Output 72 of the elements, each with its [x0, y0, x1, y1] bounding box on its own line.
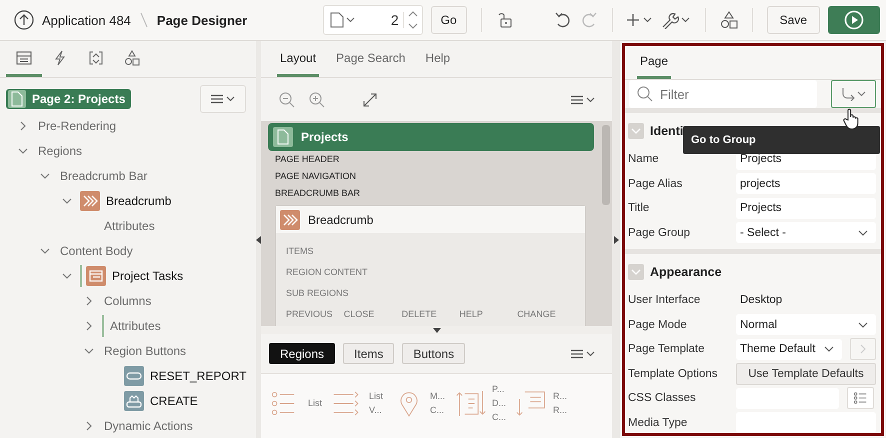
gallery-label: M...	[430, 390, 446, 403]
page-name: Projects	[301, 130, 348, 144]
position-label: PREVIOUS	[286, 308, 334, 321]
tree-node[interactable]: Attributes	[110, 318, 161, 332]
app-link[interactable]: Application 484	[42, 12, 131, 28]
gallery-label: D...	[492, 397, 506, 410]
property-label: Page Alias	[628, 178, 684, 190]
position-label: CLOSE	[344, 308, 376, 321]
gallery-label: C...	[430, 404, 446, 417]
property-value: Desktop	[739, 294, 782, 306]
gallery-label: V...	[369, 404, 383, 417]
section-title: Appearance	[650, 265, 722, 279]
page-selector[interactable]: 2	[322, 5, 423, 35]
page-title: Page Designer	[156, 12, 248, 28]
gallery-label: List	[369, 390, 384, 403]
select-field[interactable]: - Select -	[736, 222, 876, 244]
tab[interactable]: Layout	[277, 41, 320, 77]
property-label: Template Options	[628, 368, 718, 380]
text-field[interactable]: projects	[736, 173, 876, 194]
tree-node[interactable]: Pre-Rendering	[38, 118, 116, 132]
tree-node[interactable]: CREATE	[150, 394, 198, 408]
slot-label: REGION CONTENT	[286, 266, 369, 279]
gallery-label: List	[308, 397, 322, 410]
property-label: Page Mode	[628, 318, 688, 331]
tree-node[interactable]: Columns	[104, 294, 152, 308]
position-label: PAGE NAVIGATION	[274, 170, 358, 183]
slot-label: ITEMS	[286, 245, 315, 258]
tab[interactable]: Help	[422, 41, 454, 77]
page-number-field[interactable]: 2	[360, 12, 404, 28]
property-label: Media Type	[628, 416, 688, 429]
region-card[interactable]: Breadcrumb ITEMS REGION CONTENT SUB REGIONS PREVIOUS CLOSE DELETE HELP CHANGE	[275, 205, 586, 326]
gallery-label: P...	[492, 383, 506, 396]
tab[interactable]: Buttons	[402, 343, 466, 364]
page-node[interactable]: Page 2: Projects	[6, 89, 132, 109]
template-options-button[interactable]: Use Template Defaults	[736, 362, 876, 385]
position-label: DELETE	[402, 308, 438, 321]
select-field[interactable]: Normal	[736, 314, 876, 336]
region-title: Breadcrumb	[308, 212, 374, 226]
tree-node[interactable]: Dynamic Actions	[104, 418, 193, 432]
property-label: Title	[628, 202, 650, 214]
property-label: User Interface	[628, 294, 702, 306]
property-label: Page Template	[628, 343, 706, 356]
tab[interactable]: Items	[343, 343, 394, 364]
gallery-label: C...	[492, 411, 506, 424]
tree-node[interactable]: RESET_REPORT	[150, 368, 246, 382]
property-label: Page Group	[628, 226, 692, 239]
property-label: Name	[628, 153, 660, 166]
tooltip: Go to Group	[683, 126, 880, 154]
tree-node[interactable]: Regions	[38, 144, 82, 158]
gallery-label: R...	[553, 404, 568, 417]
text-field[interactable]: Projects	[736, 198, 876, 219]
tree-node[interactable]: Region Buttons	[104, 344, 186, 358]
filter-field[interactable]: Filter	[629, 80, 818, 108]
tab[interactable]: Page Search	[333, 41, 408, 77]
tree-node[interactable]: Project Tasks	[112, 268, 184, 282]
slot-label: SUB REGIONS	[286, 287, 350, 300]
gallery-label: R...	[553, 390, 568, 403]
go-button[interactable]: Go	[430, 6, 467, 34]
position-label: PAGE HEADER	[274, 153, 340, 166]
tree-node[interactable]: Breadcrumb	[106, 194, 172, 208]
select-field[interactable]: Theme Default	[736, 338, 842, 360]
save-button[interactable]: Save	[766, 6, 820, 34]
tree-node[interactable]: Attributes	[104, 218, 155, 232]
position-label: HELP	[459, 308, 484, 321]
page-bar[interactable]: Projects	[268, 123, 594, 151]
position-label: CHANGE	[517, 308, 557, 321]
property-label: CSS Classes	[628, 392, 697, 404]
section-title: Identi	[650, 124, 684, 138]
tree-node[interactable]: Content Body	[60, 244, 133, 258]
tree-node[interactable]: Breadcrumb Bar	[60, 168, 148, 182]
tab[interactable]: Regions	[269, 343, 336, 364]
position-label: BREADCRUMB BAR	[274, 187, 362, 200]
